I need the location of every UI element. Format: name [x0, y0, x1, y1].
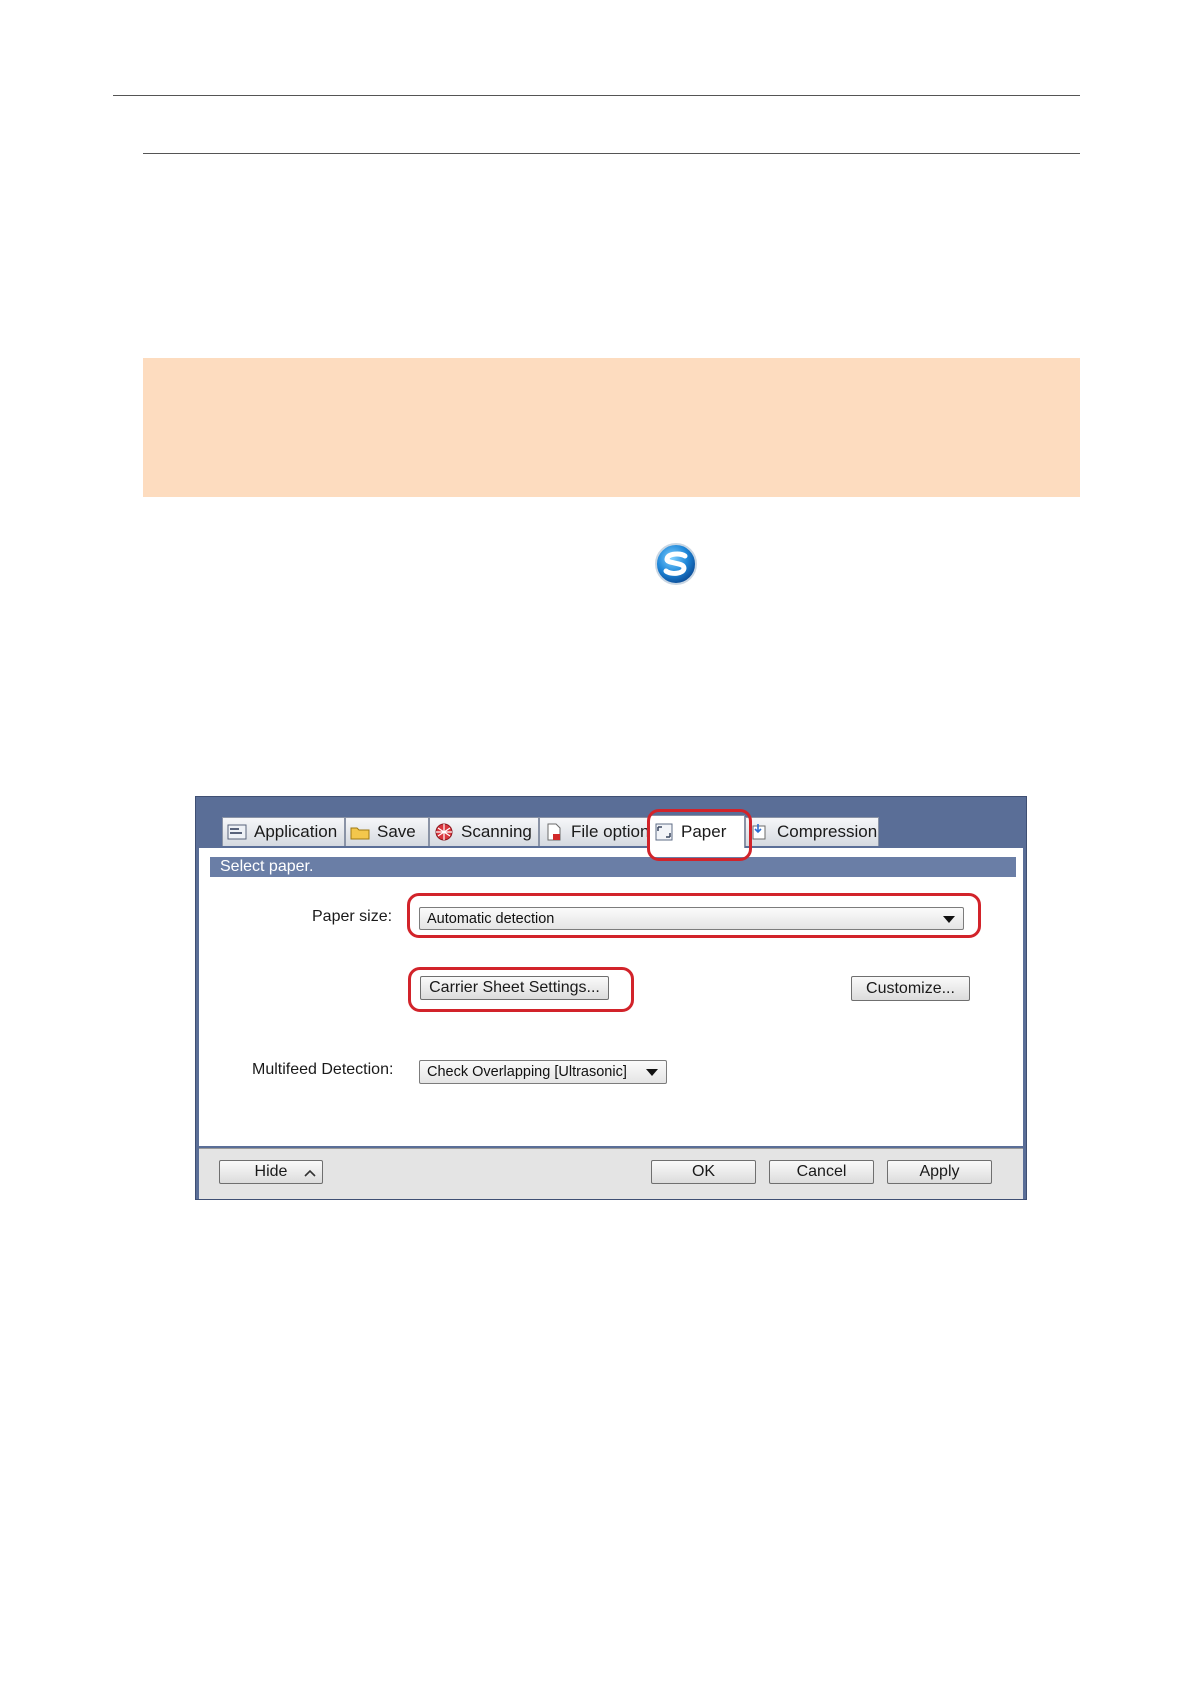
paper-size-highlight	[407, 893, 981, 938]
folder-icon	[350, 827, 370, 840]
dialog-footer: Hide OK Cancel Apply	[199, 1148, 1023, 1199]
tab-label: Save	[377, 822, 416, 841]
tab-label: Scanning	[461, 822, 532, 841]
tab-compression[interactable]: Compression	[745, 817, 879, 846]
tab-application[interactable]: Application	[222, 817, 345, 846]
tab-label: Compression	[777, 822, 878, 841]
tab-save[interactable]: Save	[345, 817, 429, 846]
ok-button[interactable]: OK	[651, 1160, 756, 1184]
chevron-down-icon	[646, 1069, 658, 1076]
note-box	[143, 358, 1080, 497]
tab-bar: Application Save Scanning File option Pa…	[196, 797, 1026, 848]
header-rule	[113, 95, 1080, 96]
multifeed-detection-select[interactable]: Check Overlapping [Ultrasonic]	[419, 1060, 667, 1084]
scansnap-manager-icon	[655, 543, 697, 585]
tab-label: File option	[571, 822, 650, 841]
carrier-sheet-highlight	[408, 967, 634, 1012]
apply-button[interactable]: Apply	[887, 1160, 992, 1184]
paper-size-label: Paper size:	[312, 908, 393, 925]
tab-label: Application	[254, 822, 338, 841]
customize-button[interactable]: Customize...	[851, 976, 970, 1001]
scanning-icon	[435, 823, 453, 841]
multifeed-detection-label: Multifeed Detection:	[252, 1061, 394, 1078]
section-title: Select paper.	[210, 857, 1016, 877]
application-icon	[227, 824, 247, 840]
cancel-button[interactable]: Cancel	[769, 1160, 874, 1184]
paper-tab-highlight	[647, 809, 752, 861]
compression-icon	[752, 824, 766, 840]
hide-label: Hide	[254, 1163, 288, 1180]
multifeed-detection-value: Check Overlapping [Ultrasonic]	[427, 1064, 627, 1080]
hide-button[interactable]: Hide	[219, 1160, 323, 1184]
tab-file-option[interactable]: File option	[539, 817, 649, 846]
section-rule	[143, 153, 1080, 154]
tab-scanning[interactable]: Scanning	[429, 817, 539, 846]
chevron-up-icon	[304, 1169, 316, 1177]
file-option-icon	[547, 823, 561, 841]
